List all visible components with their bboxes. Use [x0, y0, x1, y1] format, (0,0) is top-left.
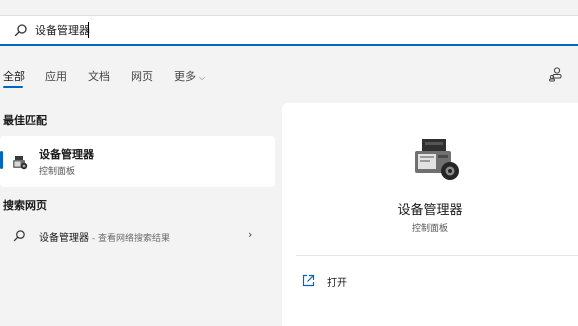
best-match-item[interactable]: 设备管理器 控制面板: [0, 136, 275, 187]
chevron-down-icon: ⌵: [199, 73, 206, 82]
tab-documents[interactable]: 文档: [88, 68, 110, 84]
filter-tabs: 全部 应用 文档 网页 更多 ⌵: [0, 62, 578, 88]
selection-indicator: [0, 151, 3, 169]
search-icon: [14, 24, 27, 37]
device-manager-icon: [415, 139, 459, 180]
web-search-text: 设备管理器 - 查看网络搜索结果: [39, 229, 170, 244]
tab-more-label: 更多: [174, 70, 196, 83]
open-button-label: 打开: [327, 278, 347, 289]
account-switch-icon[interactable]: [548, 66, 564, 82]
best-match-subtitle: 控制面板: [39, 167, 76, 177]
active-tab-indicator: [3, 86, 23, 88]
tab-apps[interactable]: 应用: [45, 68, 67, 84]
detail-pane: 设备管理器 控制面板 打开: [282, 103, 578, 326]
tab-all[interactable]: 全部: [3, 68, 25, 84]
web-search-item[interactable]: 设备管理器 - 查看网络搜索结果 ›: [0, 225, 275, 247]
chevron-right-icon[interactable]: ›: [248, 228, 252, 241]
search-input[interactable]: [35, 21, 555, 39]
text-caret: [88, 22, 89, 38]
search-bar[interactable]: [0, 15, 578, 46]
detail-subtitle: 控制面板: [411, 224, 448, 234]
web-search-suffix: - 查看网络搜索结果: [89, 234, 170, 244]
web-search-query: 设备管理器: [39, 233, 89, 244]
best-match-header: 最佳匹配: [3, 114, 47, 127]
search-icon: [13, 230, 25, 242]
device-manager-icon: [13, 156, 28, 170]
best-match-title: 设备管理器: [39, 148, 94, 161]
web-search-header: 搜索网页: [3, 199, 47, 212]
tab-web[interactable]: 网页: [131, 68, 153, 84]
open-external-icon: [302, 274, 315, 287]
detail-title: 设备管理器: [397, 203, 463, 218]
tab-more[interactable]: 更多 ⌵: [174, 68, 205, 84]
divider: [296, 255, 578, 256]
